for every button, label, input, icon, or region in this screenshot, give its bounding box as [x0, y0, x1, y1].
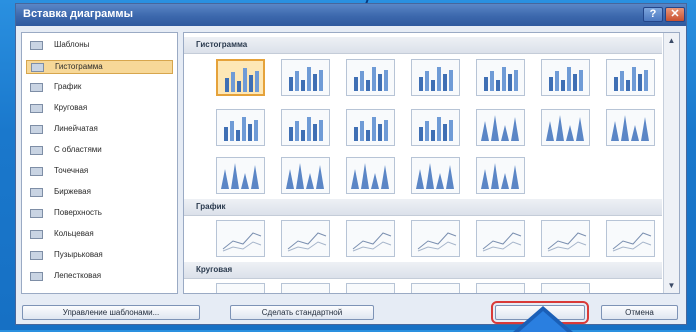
sidebar-item-label: Лепестковая	[54, 271, 102, 280]
sidebar-item[interactable]: Кольцевая	[26, 228, 173, 242]
chart-subtype-thumbnail[interactable]	[606, 109, 655, 146]
sidebar-item-label: Шаблоны	[54, 40, 90, 49]
stock-chart-icon	[30, 188, 43, 197]
sidebar-item-label: Кольцевая	[54, 229, 94, 238]
sidebar-item[interactable]: Круговая	[26, 102, 173, 116]
chart-subtype-thumbnail[interactable]	[346, 220, 395, 257]
folder-icon	[30, 41, 43, 50]
sidebar-item-label: Биржевая	[54, 187, 91, 196]
sidebar-item[interactable]: Лепестковая	[26, 270, 173, 284]
sidebar-item[interactable]: Точечная	[26, 165, 173, 179]
doughnut-chart-icon	[30, 230, 43, 239]
area-chart-icon	[30, 146, 43, 155]
sidebar-item-label: Поверхность	[54, 208, 102, 217]
help-button[interactable]: ?	[643, 7, 663, 22]
set-default-button[interactable]: Сделать стандартной	[230, 305, 374, 320]
chart-subtype-thumbnail[interactable]	[541, 109, 590, 146]
sidebar-item[interactable]: График	[26, 81, 173, 95]
chart-subtype-thumbnail[interactable]	[216, 59, 265, 96]
chart-subtype-thumbnail[interactable]	[606, 59, 655, 96]
chart-subtype-thumbnail[interactable]	[216, 157, 265, 194]
surface-chart-icon	[30, 209, 43, 218]
sidebar-item[interactable]: Линейчатая	[26, 123, 173, 137]
line-chart-icon	[30, 83, 43, 92]
sidebar-item[interactable]: Пузырьковая	[26, 249, 173, 263]
sidebar-item-label: Пузырьковая	[54, 250, 103, 259]
sidebar-item[interactable]: Поверхность	[26, 207, 173, 221]
chart-subtype-thumbnail[interactable]	[281, 283, 330, 293]
chart-subtype-thumbnail[interactable]	[476, 220, 525, 257]
sidebar-item-label: Гистограмма	[55, 62, 103, 71]
chart-subtype-thumbnail[interactable]	[281, 157, 330, 194]
chart-subtype-thumbnail[interactable]	[541, 59, 590, 96]
sidebar-item-label: Линейчатая	[54, 124, 98, 133]
section-header-line: График	[184, 199, 662, 216]
pointer-arrow-icon	[513, 306, 573, 332]
insert-chart-dialog: Вставка диаграммы ? ✕ Шаблоны Гистограмма…	[15, 3, 687, 325]
chart-subtype-thumbnail[interactable]	[411, 59, 460, 96]
scroll-down-icon[interactable]: ▼	[666, 280, 677, 291]
chart-subtype-thumbnail[interactable]	[216, 220, 265, 257]
chart-subtype-thumbnail[interactable]	[346, 109, 395, 146]
chart-subtype-thumbnail[interactable]	[476, 157, 525, 194]
scroll-up-icon[interactable]: ▲	[666, 35, 677, 46]
cancel-button[interactable]: Отмена	[601, 305, 678, 320]
chart-subtype-thumbnail[interactable]	[346, 59, 395, 96]
sidebar-item[interactable]: Биржевая	[26, 186, 173, 200]
chart-subtype-thumbnail[interactable]	[281, 109, 330, 146]
pie-chart-icon	[30, 104, 43, 113]
chart-subtype-thumbnail[interactable]	[281, 59, 330, 96]
section-header-pie: Круговая	[184, 262, 662, 279]
section-title: График	[196, 202, 226, 211]
chart-subtype-thumbnail[interactable]	[411, 220, 460, 257]
bubble-chart-icon	[30, 251, 43, 260]
sidebar-item[interactable]: Гистограмма	[26, 60, 173, 74]
gallery-scrollbar[interactable]: ▲ ▼	[663, 33, 679, 293]
sidebar-item-label: С областями	[54, 145, 102, 154]
chart-type-list: Шаблоны Гистограмма График Круговая Линейчат…	[21, 32, 178, 294]
sidebar-item-label: График	[54, 82, 82, 91]
manage-templates-button[interactable]: Управление шаблонами...	[22, 305, 200, 320]
chart-gallery: Гистограмма График Круговая ▲ ▼	[183, 32, 680, 294]
dialog-title: Вставка диаграммы	[23, 8, 133, 20]
chart-subtype-thumbnail[interactable]	[476, 59, 525, 96]
sidebar-item[interactable]: С областями	[26, 144, 173, 158]
chart-subtype-thumbnail[interactable]	[541, 220, 590, 257]
chart-subtype-thumbnail[interactable]	[346, 283, 395, 293]
chart-subtype-thumbnail[interactable]	[346, 157, 395, 194]
title-bar: Вставка диаграммы ? ✕	[16, 4, 686, 26]
chart-subtype-thumbnail[interactable]	[281, 220, 330, 257]
column-chart-icon	[31, 63, 44, 72]
chart-subtype-thumbnail[interactable]	[216, 109, 265, 146]
section-header-column: Гистограмма	[184, 37, 662, 54]
chart-subtype-thumbnail[interactable]	[411, 283, 460, 293]
sidebar-item-label: Точечная	[54, 166, 89, 175]
sidebar-item[interactable]: Шаблоны	[26, 39, 173, 53]
section-title: Гистограмма	[196, 40, 248, 49]
chart-subtype-thumbnail[interactable]	[606, 220, 655, 257]
chart-subtype-thumbnail[interactable]	[476, 109, 525, 146]
chart-subtype-thumbnail[interactable]	[411, 157, 460, 194]
chart-subtype-thumbnail[interactable]	[216, 283, 265, 293]
section-title: Круговая	[196, 265, 233, 274]
close-button[interactable]: ✕	[665, 7, 685, 22]
radar-chart-icon	[30, 272, 43, 281]
scatter-chart-icon	[30, 167, 43, 176]
chart-subtype-thumbnail[interactable]	[476, 283, 525, 293]
chart-subtype-thumbnail[interactable]	[411, 109, 460, 146]
chart-subtype-thumbnail[interactable]	[541, 283, 590, 293]
sidebar-item-label: Круговая	[54, 103, 88, 112]
bar-chart-icon	[30, 125, 43, 134]
